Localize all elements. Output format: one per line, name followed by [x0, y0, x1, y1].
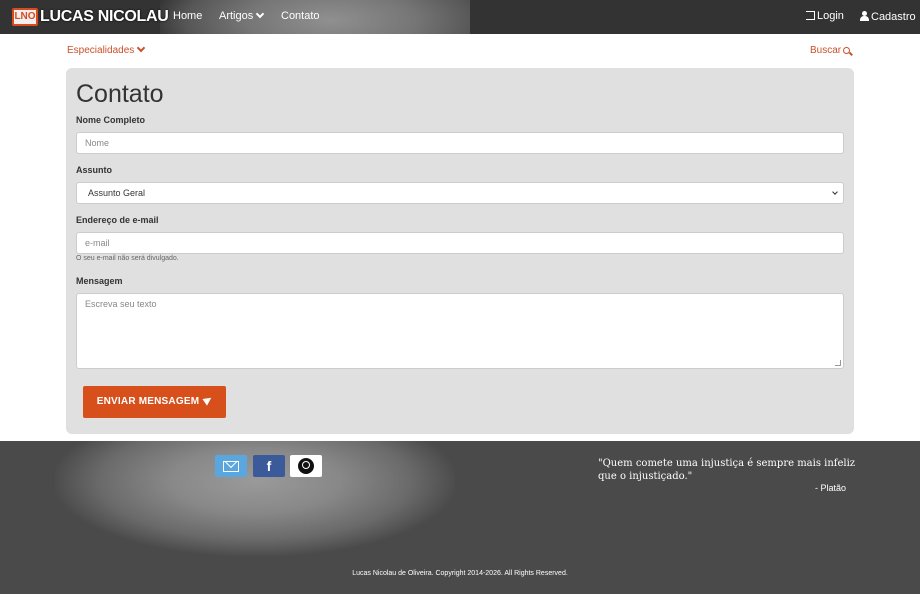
chevron-down-icon — [137, 43, 146, 53]
quote-author: - Platão — [815, 483, 847, 493]
nav-login-label: Login — [817, 10, 844, 22]
copyright-text: Lucas Nicolau de Oliveira. Copyright 201… — [352, 570, 568, 577]
nav-home[interactable]: Home — [173, 10, 202, 22]
sign-in-icon — [806, 11, 815, 20]
facebook-icon: f — [266, 458, 272, 474]
subject-value: Assunto Geral — [88, 188, 146, 198]
email-input[interactable]: e-mail — [76, 232, 844, 254]
facebook-button[interactable]: f — [253, 455, 285, 477]
site-footer: f "Quem comete uma injustiça é sempre ma… — [0, 441, 920, 594]
send-button-label: ENVIAR MENSAGEM — [96, 396, 200, 407]
profile-icon — [298, 458, 314, 474]
send-message-button[interactable]: ENVIAR MENSAGEM — [83, 386, 226, 418]
buscar-link[interactable]: Buscar — [810, 45, 851, 56]
message-label: Mensagem — [76, 276, 123, 286]
chevron-down-icon — [832, 189, 838, 195]
especialidades-label: Especialidades — [67, 45, 135, 56]
subject-select[interactable]: Assunto Geral — [76, 182, 844, 204]
search-icon — [843, 47, 851, 54]
user-icon — [860, 11, 869, 21]
resize-handle-icon[interactable] — [835, 360, 841, 366]
logo-text: LUCAS NICOLAU — [40, 8, 169, 25]
message-placeholder: Escreva seu texto — [85, 299, 157, 309]
footer-quote: "Quem comete uma injustiça é sempre mais… — [598, 458, 856, 482]
mail-icon — [223, 460, 239, 472]
name-input[interactable]: Nome — [76, 132, 844, 154]
nav-artigos-label: Artigos — [219, 10, 254, 22]
site-logo[interactable]: LNO LUCAS NICOLAU — [12, 6, 169, 28]
email-help-text: O seu e-mail não será divulgado. — [76, 255, 179, 262]
nav-cadastro[interactable]: Cadastro — [860, 10, 916, 23]
buscar-label: Buscar — [810, 45, 842, 56]
email-label: Endereço de e-mail — [76, 215, 159, 225]
paper-plane-icon — [202, 394, 214, 406]
top-navbar: LNO LUCAS NICOLAU Home Artigos Contato L… — [0, 0, 920, 34]
nav-cadastro-label: Cadastro — [871, 11, 916, 23]
message-textarea[interactable]: Escreva seu texto — [76, 293, 844, 369]
page-title: Contato — [76, 80, 164, 108]
especialidades-menu[interactable]: Especialidades — [67, 43, 146, 56]
contact-form-panel: Contato Nome Completo Nome Assunto Assun… — [66, 68, 854, 434]
chevron-down-icon — [256, 9, 265, 19]
nav-artigos[interactable]: Artigos — [219, 9, 265, 22]
name-label: Nome Completo — [76, 115, 146, 125]
nav-contato[interactable]: Contato — [281, 10, 320, 22]
logo-mark: LNO — [12, 8, 38, 26]
mail-button[interactable] — [215, 455, 247, 477]
nav-login[interactable]: Login — [806, 10, 844, 22]
profile-button[interactable] — [290, 455, 322, 477]
subject-label: Assunto — [76, 165, 112, 175]
